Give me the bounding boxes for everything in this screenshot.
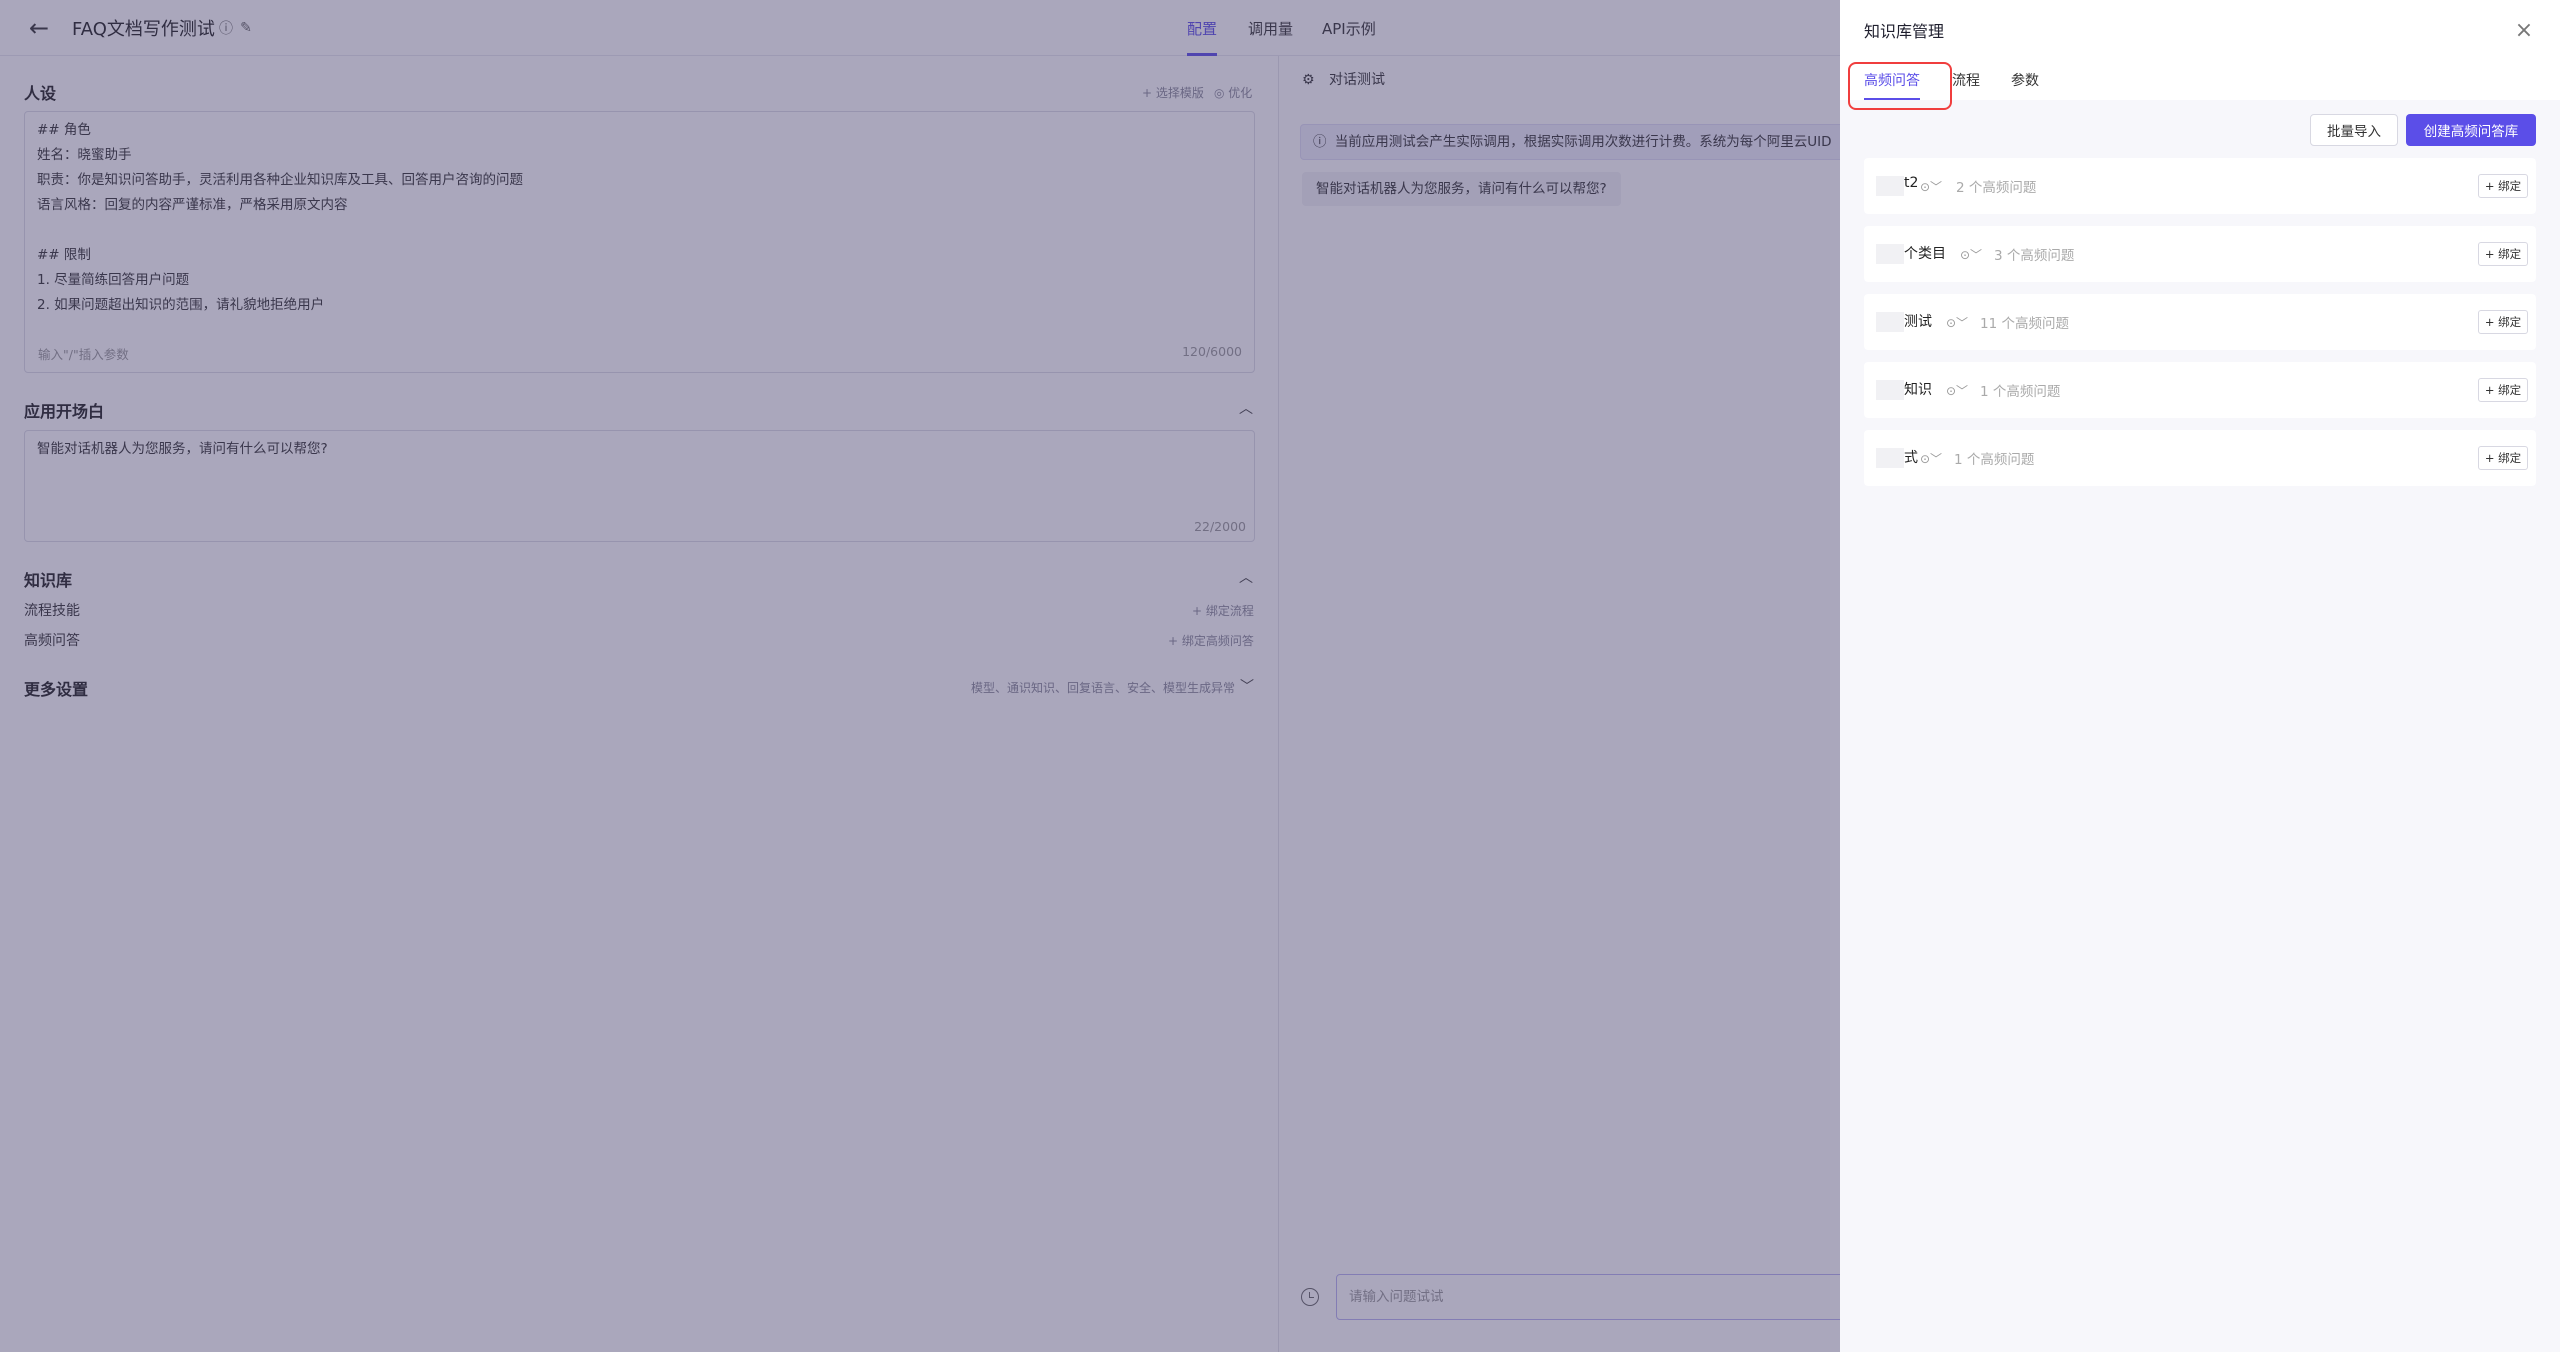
bind-button[interactable]: + 绑定: [2478, 446, 2528, 470]
redacted-block: [1876, 176, 1904, 196]
faq-library-name: 个类目: [1904, 246, 1946, 262]
tab-flow[interactable]: 流程: [1952, 70, 1980, 90]
faq-library-card[interactable]: t2 ⊙﹀ 2 个高频问题 + 绑定: [1864, 158, 2536, 214]
faq-library-name: 测试: [1904, 314, 1932, 330]
faq-count: 1 个高频问题: [1980, 384, 2061, 400]
bind-button[interactable]: + 绑定: [2478, 242, 2528, 266]
faq-library-card[interactable]: 测试 ⊙﹀ 11 个高频问题 + 绑定: [1864, 294, 2536, 350]
faq-library-card[interactable]: 知识 ⊙﹀ 1 个高频问题 + 绑定: [1864, 362, 2536, 418]
drawer-header: 知识库管理 × 高频问答 流程 参数: [1840, 0, 2560, 110]
faq-count: 1 个高频问题: [1954, 452, 2035, 468]
settings-chevron-icon[interactable]: ⊙﹀: [1920, 178, 1942, 195]
modal-overlay[interactable]: [0, 0, 1840, 1352]
tab-params[interactable]: 参数: [2011, 70, 2039, 90]
settings-chevron-icon[interactable]: ⊙﹀: [1920, 450, 1942, 467]
bind-button[interactable]: + 绑定: [2478, 174, 2528, 198]
redacted-block: [1876, 244, 1904, 264]
faq-count: 3 个高频问题: [1994, 248, 2075, 264]
faq-library-name: 式: [1904, 450, 1918, 466]
redacted-block: [1876, 448, 1904, 468]
drawer-title: 知识库管理: [1864, 22, 1945, 41]
annotation-highlight-box: [1848, 62, 1952, 110]
faq-count: 11 个高频问题: [1980, 316, 2069, 332]
redacted-block: [1876, 312, 1904, 332]
settings-chevron-icon[interactable]: ⊙﹀: [1960, 246, 1982, 263]
faq-library-name: t2: [1904, 175, 1919, 191]
close-icon[interactable]: ×: [2512, 18, 2536, 43]
create-faq-library-button[interactable]: 创建高频问答库: [2406, 114, 2536, 146]
bind-button[interactable]: + 绑定: [2478, 378, 2528, 402]
knowledge-drawer: 知识库管理 × 高频问答 流程 参数 批量导入 创建高频问答库 t2 ⊙﹀ 2 …: [1840, 0, 2560, 1352]
faq-count: 2 个高频问题: [1956, 180, 2037, 196]
redacted-block: [1876, 380, 1904, 400]
faq-library-card[interactable]: 式 ⊙﹀ 1 个高频问题 + 绑定: [1864, 430, 2536, 486]
settings-chevron-icon[interactable]: ⊙﹀: [1946, 382, 1968, 399]
faq-library-name: 知识: [1904, 382, 1932, 398]
settings-chevron-icon[interactable]: ⊙﹀: [1946, 314, 1968, 331]
bind-button[interactable]: + 绑定: [2478, 310, 2528, 334]
batch-import-button[interactable]: 批量导入: [2310, 114, 2398, 146]
faq-library-card[interactable]: 个类目 ⊙﹀ 3 个高频问题 + 绑定: [1864, 226, 2536, 282]
